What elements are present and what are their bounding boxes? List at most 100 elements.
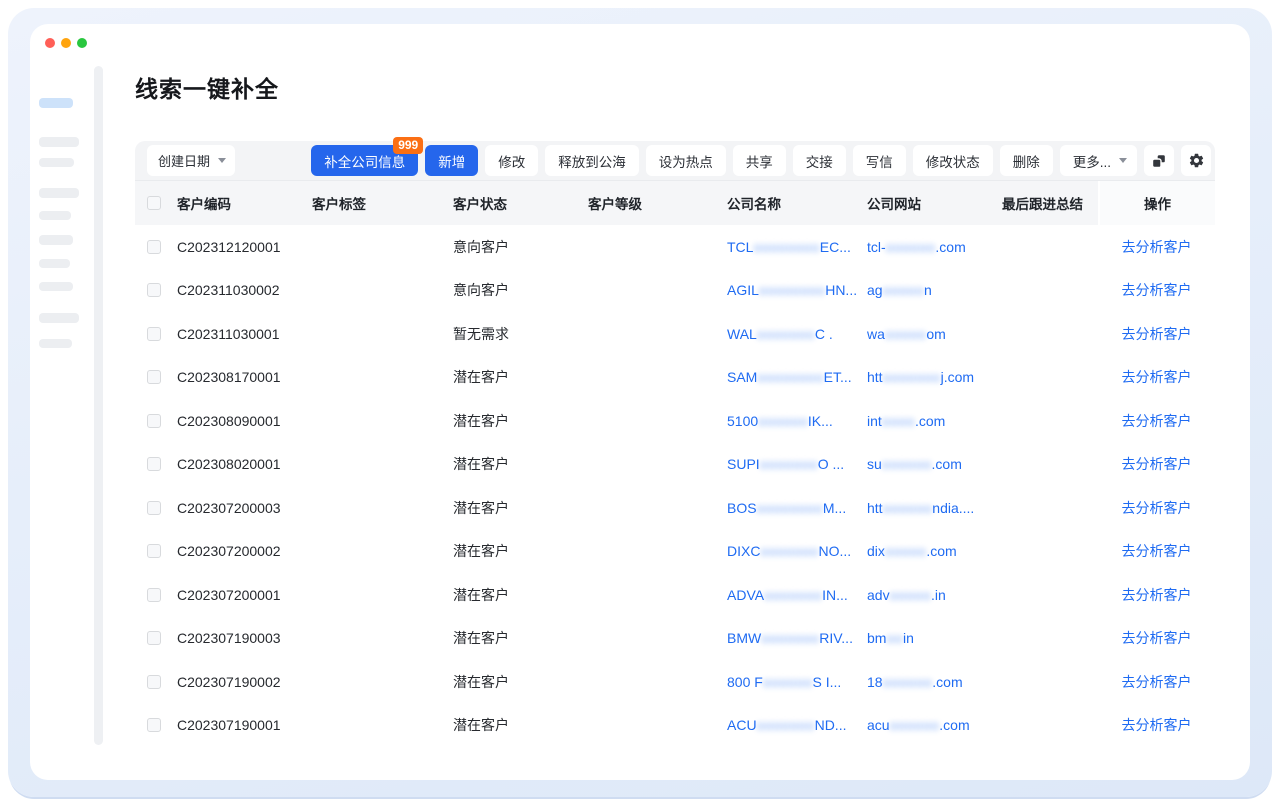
company-website-link[interactable]: waoooooom <box>867 312 1002 356</box>
column-header-last-followup: 最后跟进总结 <box>1002 181 1098 225</box>
company-name-visible: BMW <box>727 630 761 646</box>
row-checkbox[interactable] <box>147 631 161 645</box>
company-name-link[interactable]: BMW oooooooRIV... <box>727 617 867 661</box>
company-name-visible: SAM <box>727 369 757 385</box>
edit-button[interactable]: 修改 <box>485 145 538 176</box>
analyze-customer-link[interactable]: 去分析客户 <box>1122 585 1192 605</box>
share-button[interactable]: 共享 <box>733 145 786 176</box>
company-name-link[interactable]: SAMooooooooET... <box>727 356 867 400</box>
analyze-customer-link[interactable]: 去分析客户 <box>1122 411 1192 431</box>
cell-customer-status: 潜在客户 <box>453 573 588 617</box>
sidebar-item[interactable] <box>39 313 79 323</box>
table-row: C202307200002 潜在客户 DIXCoooooooNO... dixo… <box>135 530 1215 574</box>
analyze-customer-link[interactable]: 去分析客户 <box>1122 715 1192 735</box>
sidebar-item[interactable] <box>39 259 70 268</box>
set-hotspot-button[interactable]: 设为热点 <box>646 145 726 176</box>
column-header-customer-tag: 客户标签 <box>312 181 453 225</box>
company-website-visible: .com <box>935 239 965 255</box>
zoom-window-icon[interactable] <box>77 38 87 48</box>
row-checkbox[interactable] <box>147 718 161 732</box>
company-website-link[interactable]: httoooooooj.com <box>867 356 1002 400</box>
cell-customer-level <box>588 704 727 748</box>
cell-customer-status: 潜在客户 <box>453 704 588 748</box>
company-website-link[interactable]: advooooo.in <box>867 573 1002 617</box>
company-name-link[interactable]: SUPIoooooooO ... <box>727 443 867 487</box>
switch-view-button[interactable] <box>1144 145 1174 176</box>
cell-customer-code: C202307200001 <box>177 573 312 617</box>
company-website-redacted: oooooo <box>886 239 936 255</box>
company-website-link[interactable]: intoooo.com <box>867 399 1002 443</box>
date-filter-select[interactable]: 创建日期 <box>147 145 235 176</box>
write-email-button[interactable]: 写信 <box>853 145 906 176</box>
company-name-link[interactable]: DIXCoooooooNO... <box>727 530 867 574</box>
select-all-checkbox[interactable] <box>147 196 161 210</box>
company-name-link[interactable]: BOSooooooooM... <box>727 486 867 530</box>
analyze-customer-link[interactable]: 去分析客户 <box>1122 237 1192 257</box>
row-checkbox[interactable] <box>147 327 161 341</box>
company-website-link[interactable]: httoooooondia.... <box>867 486 1002 530</box>
sidebar-item[interactable] <box>39 339 72 348</box>
company-name-link[interactable]: AGILooooooooHN... <box>727 269 867 313</box>
analyze-customer-link[interactable]: 去分析客户 <box>1122 672 1192 692</box>
cell-customer-code: C202311030001 <box>177 312 312 356</box>
company-website-link[interactable]: tcl-oooooo.com <box>867 225 1002 269</box>
sidebar-item-active[interactable] <box>39 98 73 108</box>
company-name-redacted: ooooooo <box>757 717 815 733</box>
company-name-link[interactable]: WALoooooooC . <box>727 312 867 356</box>
company-name-link[interactable]: TCL ooooooooEC... <box>727 225 867 269</box>
analyze-customer-link[interactable]: 去分析客户 <box>1122 367 1192 387</box>
row-checkbox[interactable] <box>147 501 161 515</box>
sidebar-item[interactable] <box>39 158 74 167</box>
company-website-visible: adv <box>867 587 890 603</box>
row-checkbox[interactable] <box>147 414 161 428</box>
analyze-customer-link[interactable]: 去分析客户 <box>1122 324 1192 344</box>
cell-last-followup <box>1002 443 1098 487</box>
company-name-visible: AGIL <box>727 282 759 298</box>
add-button[interactable]: 新增 <box>425 145 478 176</box>
company-name-visible: O ... <box>818 456 844 472</box>
change-status-button[interactable]: 修改状态 <box>913 145 993 176</box>
company-website-link[interactable]: dixooooo.com <box>867 530 1002 574</box>
company-name-redacted: ooooooo <box>757 326 815 342</box>
minimize-window-icon[interactable] <box>61 38 71 48</box>
company-website-link[interactable]: 18oooooo.com <box>867 660 1002 704</box>
analyze-customer-link[interactable]: 去分析客户 <box>1122 628 1192 648</box>
analyze-customer-link[interactable]: 去分析客户 <box>1122 454 1192 474</box>
sidebar-item[interactable] <box>39 137 79 147</box>
company-website-link[interactable]: agooooon <box>867 269 1002 313</box>
company-website-link[interactable]: bmoo in <box>867 617 1002 661</box>
analyze-customer-link[interactable]: 去分析客户 <box>1122 498 1192 518</box>
row-checkbox[interactable] <box>147 240 161 254</box>
company-name-link[interactable]: ACUoooooooND... <box>727 704 867 748</box>
row-checkbox[interactable] <box>147 588 161 602</box>
sidebar-item[interactable] <box>39 211 71 220</box>
company-website-visible: int <box>867 413 882 429</box>
table-row: C202308020001 潜在客户 SUPIoooooooO ... suoo… <box>135 443 1215 487</box>
complete-company-info-button[interactable]: 补全公司信息 999 <box>311 145 418 176</box>
analyze-customer-link[interactable]: 去分析客户 <box>1122 280 1192 300</box>
company-website-link[interactable]: acuoooooo.com <box>867 704 1002 748</box>
company-website-visible: tcl- <box>867 239 886 255</box>
row-checkbox[interactable] <box>147 675 161 689</box>
row-checkbox[interactable] <box>147 370 161 384</box>
release-to-pool-button[interactable]: 释放到公海 <box>545 145 639 176</box>
sidebar-item[interactable] <box>39 282 73 291</box>
settings-button[interactable] <box>1181 145 1211 176</box>
sidebar-item[interactable] <box>39 188 79 198</box>
company-name-link[interactable]: 5100 oooooo IK... <box>727 399 867 443</box>
company-name-visible: ACU <box>727 717 757 733</box>
cell-customer-tag <box>312 617 453 661</box>
row-checkbox[interactable] <box>147 544 161 558</box>
row-checkbox[interactable] <box>147 283 161 297</box>
delete-button[interactable]: 删除 <box>1000 145 1053 176</box>
row-checkbox[interactable] <box>147 457 161 471</box>
more-button[interactable]: 更多... <box>1060 145 1137 176</box>
company-website-link[interactable]: suoooooo.com <box>867 443 1002 487</box>
company-name-link[interactable]: ADVAoooooooIN... <box>727 573 867 617</box>
handover-button[interactable]: 交接 <box>793 145 846 176</box>
sidebar-item[interactable] <box>39 235 73 245</box>
company-name-link[interactable]: 800 FooooooS I... <box>727 660 867 704</box>
analyze-customer-link[interactable]: 去分析客户 <box>1122 541 1192 561</box>
main-content: 线索一键补全 创建日期 补全公司信息 999 新增 修改 释放到公海 <box>135 24 1215 747</box>
close-window-icon[interactable] <box>45 38 55 48</box>
